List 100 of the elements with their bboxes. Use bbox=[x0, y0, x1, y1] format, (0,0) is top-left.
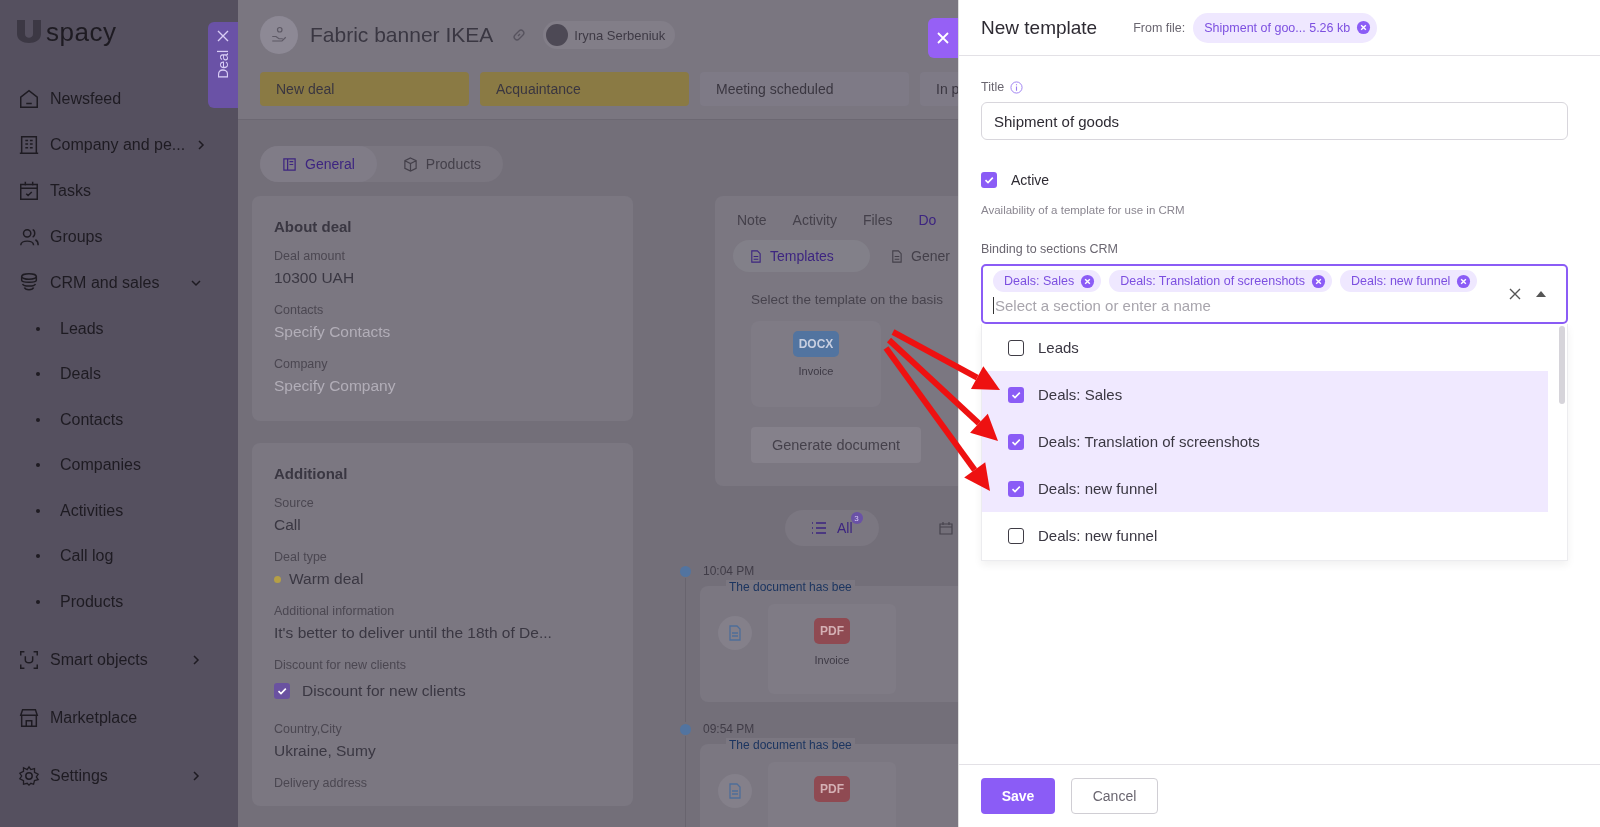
pipeline-stage[interactable]: New deal bbox=[260, 72, 469, 106]
file-tile[interactable]: PDF bbox=[768, 762, 896, 827]
checkbox[interactable] bbox=[981, 172, 997, 188]
field-value: It's better to deliver until the 18th of De... bbox=[274, 624, 553, 642]
caret-icon[interactable] bbox=[1536, 291, 1546, 297]
pipeline-stage[interactable]: Meeting scheduled bbox=[700, 72, 909, 106]
template-tile[interactable]: DOCX Invoice bbox=[751, 321, 881, 407]
chip-text: Deals: Sales bbox=[1004, 274, 1075, 288]
remove-icon[interactable] bbox=[1080, 273, 1096, 289]
remove-icon[interactable] bbox=[1356, 20, 1372, 35]
checkmark-icon bbox=[276, 685, 288, 697]
section-multiselect[interactable]: Deals: Sales Deals: Translation of screenshots Deals: new funnel Select a section or enter a name bbox=[981, 264, 1568, 324]
generate-button[interactable]: Generate document bbox=[751, 427, 921, 463]
close-button[interactable] bbox=[928, 18, 958, 58]
sidebar-item[interactable]: Settings bbox=[14, 752, 202, 799]
deal-side-tab[interactable]: Deal bbox=[208, 22, 238, 108]
sidebar-item[interactable]: Tasks bbox=[14, 168, 202, 214]
file-type-badge: DOCX bbox=[792, 331, 840, 357]
sidebar-subitem[interactable]: Activities bbox=[14, 488, 202, 534]
tab[interactable]: Note bbox=[737, 212, 767, 228]
clear-icon[interactable] bbox=[1508, 287, 1522, 301]
checkbox[interactable] bbox=[1008, 527, 1024, 544]
subtab[interactable]: Templates bbox=[733, 240, 870, 272]
logo-text: spacy bbox=[46, 16, 117, 48]
scan-icon bbox=[18, 648, 40, 671]
document-icon bbox=[718, 616, 752, 650]
title-input[interactable]: Shipment of goods bbox=[981, 102, 1568, 140]
tab[interactable]: Do bbox=[918, 212, 937, 228]
sidebar-subitem[interactable]: Leads bbox=[14, 306, 202, 352]
checkbox[interactable] bbox=[1008, 386, 1024, 403]
checkbox[interactable] bbox=[1008, 433, 1024, 450]
count-badge: 3 bbox=[850, 512, 863, 524]
checkbox[interactable] bbox=[1008, 480, 1024, 497]
timeline-note: The document has bee bbox=[726, 738, 855, 752]
deal-title: Fabric banner IKEA bbox=[310, 23, 494, 47]
file-type-badge: PDF bbox=[814, 618, 850, 644]
file-tile[interactable]: PDF Invoice bbox=[768, 604, 896, 694]
sidebar-item[interactable]: Company and pe... bbox=[14, 122, 202, 168]
sidebar-subitem[interactable]: Contacts bbox=[14, 397, 202, 443]
file-name: Invoice bbox=[798, 365, 834, 377]
chip-text: Deals: new funnel bbox=[1351, 274, 1451, 288]
close-icon bbox=[217, 30, 229, 42]
list-icon bbox=[811, 520, 827, 536]
timeline-dot bbox=[680, 723, 691, 735]
card-title: Additional bbox=[274, 465, 349, 482]
checkbox[interactable] bbox=[274, 683, 290, 699]
calendar-icon bbox=[18, 180, 40, 202]
sidebar-subitem[interactable]: Products bbox=[14, 579, 202, 625]
dropdown-option[interactable]: Deals: Translation of screenshots bbox=[982, 418, 1548, 465]
dropdown-option[interactable]: Deals: new funnel bbox=[982, 465, 1548, 512]
sidebar-subitem[interactable]: Deals bbox=[14, 351, 202, 397]
document-icon bbox=[718, 774, 752, 808]
field-label: Binding to sections CRM bbox=[981, 242, 1118, 256]
remove-icon[interactable] bbox=[1456, 273, 1472, 289]
cancel-button[interactable]: Cancel bbox=[1071, 778, 1158, 814]
box-icon bbox=[402, 156, 418, 172]
checkmark-icon bbox=[983, 174, 995, 186]
tab[interactable]: Activity bbox=[792, 212, 837, 228]
dropdown-option[interactable]: Deals: new funnel bbox=[982, 512, 1548, 559]
sidebar-subitem[interactable]: Companies bbox=[14, 442, 202, 488]
people-icon bbox=[18, 226, 40, 248]
tab[interactable]: General bbox=[260, 146, 377, 182]
panel-title: New template bbox=[981, 16, 1098, 39]
info-icon[interactable] bbox=[1010, 80, 1024, 94]
field-value: Warm deal bbox=[289, 570, 364, 588]
remove-icon[interactable] bbox=[1311, 273, 1326, 289]
sidebar-item[interactable]: Newsfeed bbox=[14, 76, 202, 122]
field-label: Title bbox=[981, 80, 1005, 94]
checkbox-label: Discount for new clients bbox=[302, 682, 466, 700]
sidebar-item[interactable]: Marketplace bbox=[14, 694, 202, 741]
settings-icon bbox=[18, 764, 40, 787]
deal-avatar bbox=[260, 16, 298, 54]
file-icon bbox=[890, 249, 903, 263]
sidebar-item[interactable]: CRM and sales bbox=[14, 260, 202, 306]
pipeline-stage[interactable]: Acquaintance bbox=[480, 72, 689, 106]
scrollbar[interactable] bbox=[1559, 326, 1565, 404]
owner-chip[interactable]: Iryna Serbeniuk bbox=[543, 21, 676, 49]
sidebar-item[interactable]: Groups bbox=[14, 214, 202, 260]
file-icon bbox=[749, 249, 762, 263]
avatar-icon bbox=[546, 24, 569, 46]
close-icon bbox=[936, 31, 950, 45]
field-value: Ukraine, Sumy bbox=[274, 742, 377, 760]
checkbox[interactable] bbox=[1008, 339, 1024, 356]
filter-pill[interactable]: All 3 bbox=[785, 510, 879, 546]
sidebar-subitem[interactable]: Call log bbox=[14, 533, 202, 579]
helper-text: Availability of a template for use in CRM bbox=[981, 204, 1186, 216]
from-file-label: From file: bbox=[1133, 20, 1186, 35]
dropdown-option[interactable]: Leads bbox=[982, 324, 1548, 371]
home-icon bbox=[18, 88, 40, 110]
store-icon bbox=[18, 706, 40, 729]
dropdown-option[interactable]: Deals: Sales bbox=[982, 371, 1548, 418]
save-button[interactable]: Save bbox=[981, 778, 1055, 814]
pipeline-stage[interactable]: In p bbox=[920, 72, 958, 106]
field-value: 10300 UAH bbox=[274, 269, 356, 287]
file-type-badge: PDF bbox=[814, 776, 850, 802]
document-icon bbox=[282, 156, 297, 172]
chip-text: Deals: Translation of screenshots bbox=[1120, 274, 1305, 288]
field-value: Call bbox=[274, 516, 302, 534]
sidebar-item[interactable]: Smart objects bbox=[14, 636, 202, 683]
section-search-input[interactable]: Select a section or enter a name bbox=[993, 297, 1455, 314]
